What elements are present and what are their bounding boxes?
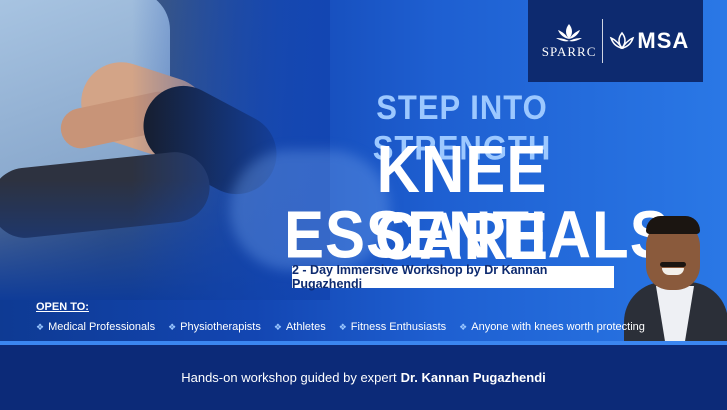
logo-divider — [602, 19, 604, 63]
audience-label: OPEN TO: — [36, 301, 89, 313]
audience-item-label: Anyone with knees worth protecting — [471, 321, 645, 333]
footer-text: Hands-on workshop guided by expert — [181, 370, 397, 385]
audience-item: ❖ Medical Professionals — [36, 321, 155, 333]
diamond-bullet-icon: ❖ — [459, 321, 468, 332]
audience-item-label: Fitness Enthusiasts — [350, 321, 447, 333]
sparrc-logo: SPARRC — [542, 22, 597, 60]
audience-item-label: Medical Professionals — [48, 321, 156, 333]
headline-title-line2: ESSENTIALS — [284, 196, 671, 272]
sparrc-wordmark: SPARRC — [541, 44, 597, 59]
lotus-icon — [556, 24, 583, 42]
audience-item: ❖ Fitness Enthusiasts — [339, 321, 446, 333]
logo-box: SPARRC MSA — [528, 0, 703, 82]
audience-item: ❖ Physiotherapists — [168, 321, 261, 333]
audience-item-label: Physiotherapists — [180, 321, 261, 333]
audience-item: ❖ Athletes — [274, 321, 326, 333]
diamond-bullet-icon: ❖ — [168, 321, 177, 332]
diamond-bullet-icon: ❖ — [36, 321, 45, 332]
audience-list: ❖ Medical Professionals ❖ Physiotherapists… — [36, 321, 645, 333]
workshop-banner: SPARRC MSA STEP INTO STRENGTH KNEE CARE … — [0, 0, 727, 410]
lotus-outline-icon — [610, 31, 635, 50]
diamond-bullet-icon: ❖ — [338, 321, 347, 332]
diamond-bullet-icon: ❖ — [273, 321, 282, 332]
audience-item-label: Athletes — [285, 321, 326, 333]
msa-logo: MSA — [609, 28, 689, 54]
audience-item: ❖ Anyone with knees worth protecting — [459, 321, 645, 333]
workshop-subtitle: 2 - Day Immersive Workshop by Dr Kannan … — [292, 263, 614, 291]
footer-banner: Hands-on workshop guided by expert Dr. K… — [0, 345, 727, 410]
presenter-hair — [646, 216, 700, 234]
presenter-smile — [662, 268, 684, 275]
presenter-moustache — [660, 262, 686, 267]
msa-wordmark: MSA — [637, 28, 690, 53]
footer-expert-name: Dr. Kannan Pugazhendi — [400, 370, 546, 385]
